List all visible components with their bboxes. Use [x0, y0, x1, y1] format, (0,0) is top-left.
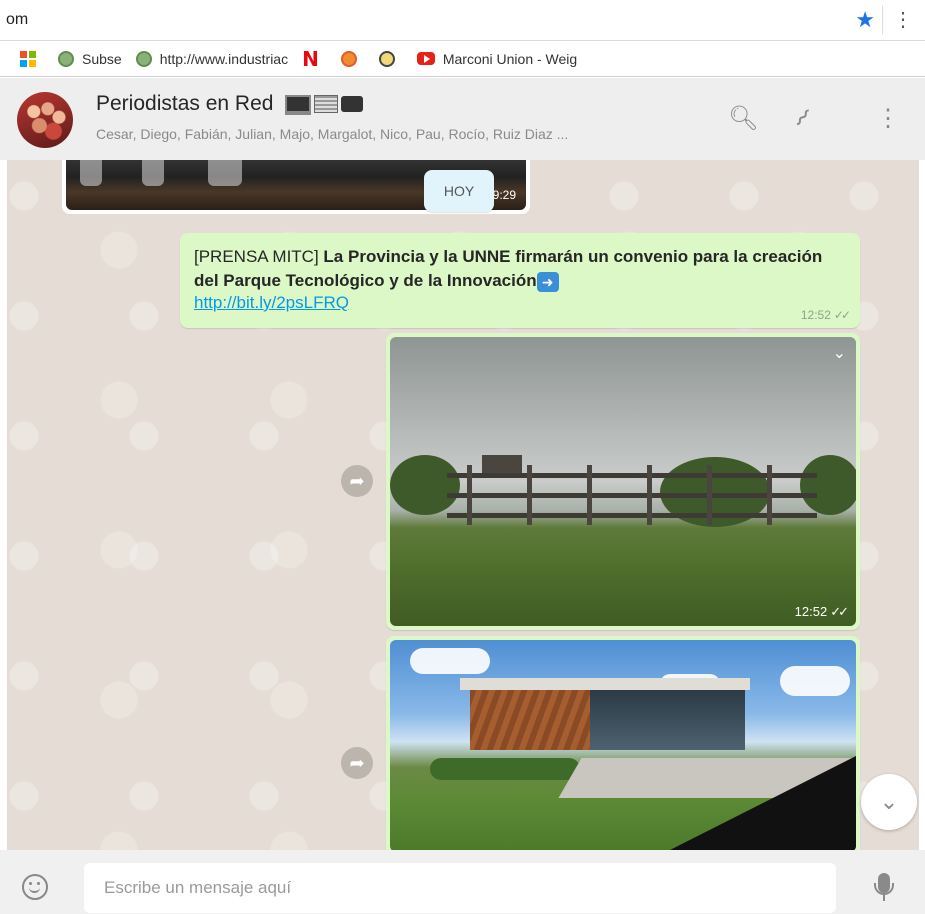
right-edge: [919, 160, 925, 850]
double-check-icon: ✓✓: [830, 604, 849, 619]
bookmark-industria[interactable]: http://www.industriac: [135, 50, 289, 67]
bookmark-gear-site[interactable]: [340, 50, 365, 67]
chat-title[interactable]: Periodistas en Red: [96, 92, 364, 116]
kebab-menu-icon[interactable]: ⋮: [876, 104, 900, 133]
message-link[interactable]: http://bit.ly/2psLFRQ: [194, 293, 349, 312]
forward-icon[interactable]: ➦: [341, 747, 373, 779]
message-prefix: [PRENSA MITC]: [194, 247, 324, 266]
bookmark-disc-site[interactable]: [378, 50, 403, 67]
building-ruins-photo[interactable]: ⌄ 12:52 ✓✓: [390, 337, 856, 626]
text-message[interactable]: [PRENSA MITC] La Provincia y la UNNE fir…: [180, 233, 860, 328]
scroll-to-bottom-button[interactable]: ⌄: [861, 774, 917, 830]
emoji-icon[interactable]: [22, 874, 48, 900]
microphone-icon[interactable]: [874, 873, 894, 895]
participants-list: Cesar, Diego, Fabián, Julian, Majo, Marg…: [96, 126, 569, 142]
image-message[interactable]: ⌄ 12:52 ✓✓: [386, 333, 860, 630]
cloud-shape: [410, 648, 490, 674]
building-glass-facade: [590, 690, 745, 750]
emoji-camera-icon: [341, 96, 364, 113]
bookmark-label: Subse: [82, 50, 122, 67]
chevron-down-icon: ⌄: [879, 789, 899, 814]
bookmark-label: http://www.industriac: [159, 50, 289, 67]
double-check-icon: ✓✓: [833, 308, 851, 322]
bookmark-youtube[interactable]: Marconi Union - Weig: [416, 50, 578, 67]
message-meta: 12:52 ✓✓: [800, 308, 851, 322]
structure-column: [647, 465, 652, 525]
netflix-icon: N: [302, 46, 319, 71]
bookmark-netflix[interactable]: N: [302, 47, 327, 71]
disc-site-icon: [378, 50, 395, 67]
forward-icon[interactable]: ➦: [341, 465, 373, 497]
divider: [882, 6, 883, 34]
image-message[interactable]: [386, 636, 860, 850]
star-icon[interactable]: ★: [855, 7, 875, 33]
site-icon: [58, 50, 74, 67]
message-input[interactable]: [84, 863, 836, 913]
emoji-laptop-icon: [285, 92, 312, 116]
message-meta: 12:52 ✓✓: [794, 604, 849, 620]
cloud-shape: [780, 666, 850, 696]
arrow-right-icon: ➜: [536, 271, 559, 292]
left-edge: [0, 160, 7, 850]
structure-column: [527, 465, 532, 525]
bookmark-apps[interactable]: [20, 50, 44, 67]
glass-shape: [208, 160, 242, 186]
message-time: 12:52: [800, 308, 831, 322]
emoji-newspaper-icon: [314, 95, 339, 114]
paperclip-icon[interactable]: ⌇: [788, 104, 816, 134]
youtube-icon: [416, 52, 435, 65]
structure-column: [587, 465, 592, 525]
glass-shape: [80, 160, 102, 186]
structure-tower: [482, 455, 522, 473]
modern-building: [460, 678, 750, 750]
compose-bar: [0, 850, 925, 914]
glass-shape: [142, 160, 164, 186]
gear-site-icon: [340, 50, 357, 67]
message-time: 12:52: [794, 604, 828, 619]
chat-title-text: Periodistas en Red: [96, 92, 274, 115]
building-wood-facade: [470, 690, 590, 750]
building-render-photo[interactable]: [390, 640, 856, 850]
site-icon: [135, 50, 152, 67]
structure-column: [467, 465, 472, 525]
structure-column: [767, 465, 772, 525]
concrete-structure: [447, 455, 817, 525]
bookmarks-bar: Subse http://www.industriac N Marconi Un…: [0, 41, 925, 77]
building-roof: [460, 678, 750, 690]
day-divider-chip: HOY: [424, 170, 494, 212]
hedge-shape: [430, 758, 580, 780]
search-icon[interactable]: 🔍︎: [728, 104, 758, 133]
structure-slab: [447, 513, 817, 518]
structure-column: [707, 465, 712, 525]
structure-slab: [447, 473, 817, 478]
chat-messages-area[interactable]: 09:29 HOY [PRENSA MITC] La Provincia y l…: [0, 160, 925, 850]
message-body: [PRENSA MITC] La Provincia y la UNNE fir…: [194, 245, 846, 293]
chat-header[interactable]: Periodistas en Red Cesar, Diego, Fabián,…: [0, 78, 925, 161]
url-text[interactable]: om: [6, 11, 28, 29]
browser-url-bar[interactable]: om ★ ⋮: [0, 0, 925, 41]
bookmark-subse[interactable]: Subse: [58, 50, 122, 67]
group-avatar[interactable]: [17, 92, 73, 148]
windows-apps-icon: [20, 50, 36, 67]
bookmark-label: Marconi Union - Weig: [442, 50, 578, 67]
microphone-stand: [883, 895, 885, 901]
structure-slab: [447, 493, 817, 498]
kebab-menu-icon[interactable]: ⋮: [893, 7, 913, 32]
chevron-down-icon[interactable]: ⌄: [833, 343, 846, 363]
corner-shadow: [666, 756, 856, 850]
